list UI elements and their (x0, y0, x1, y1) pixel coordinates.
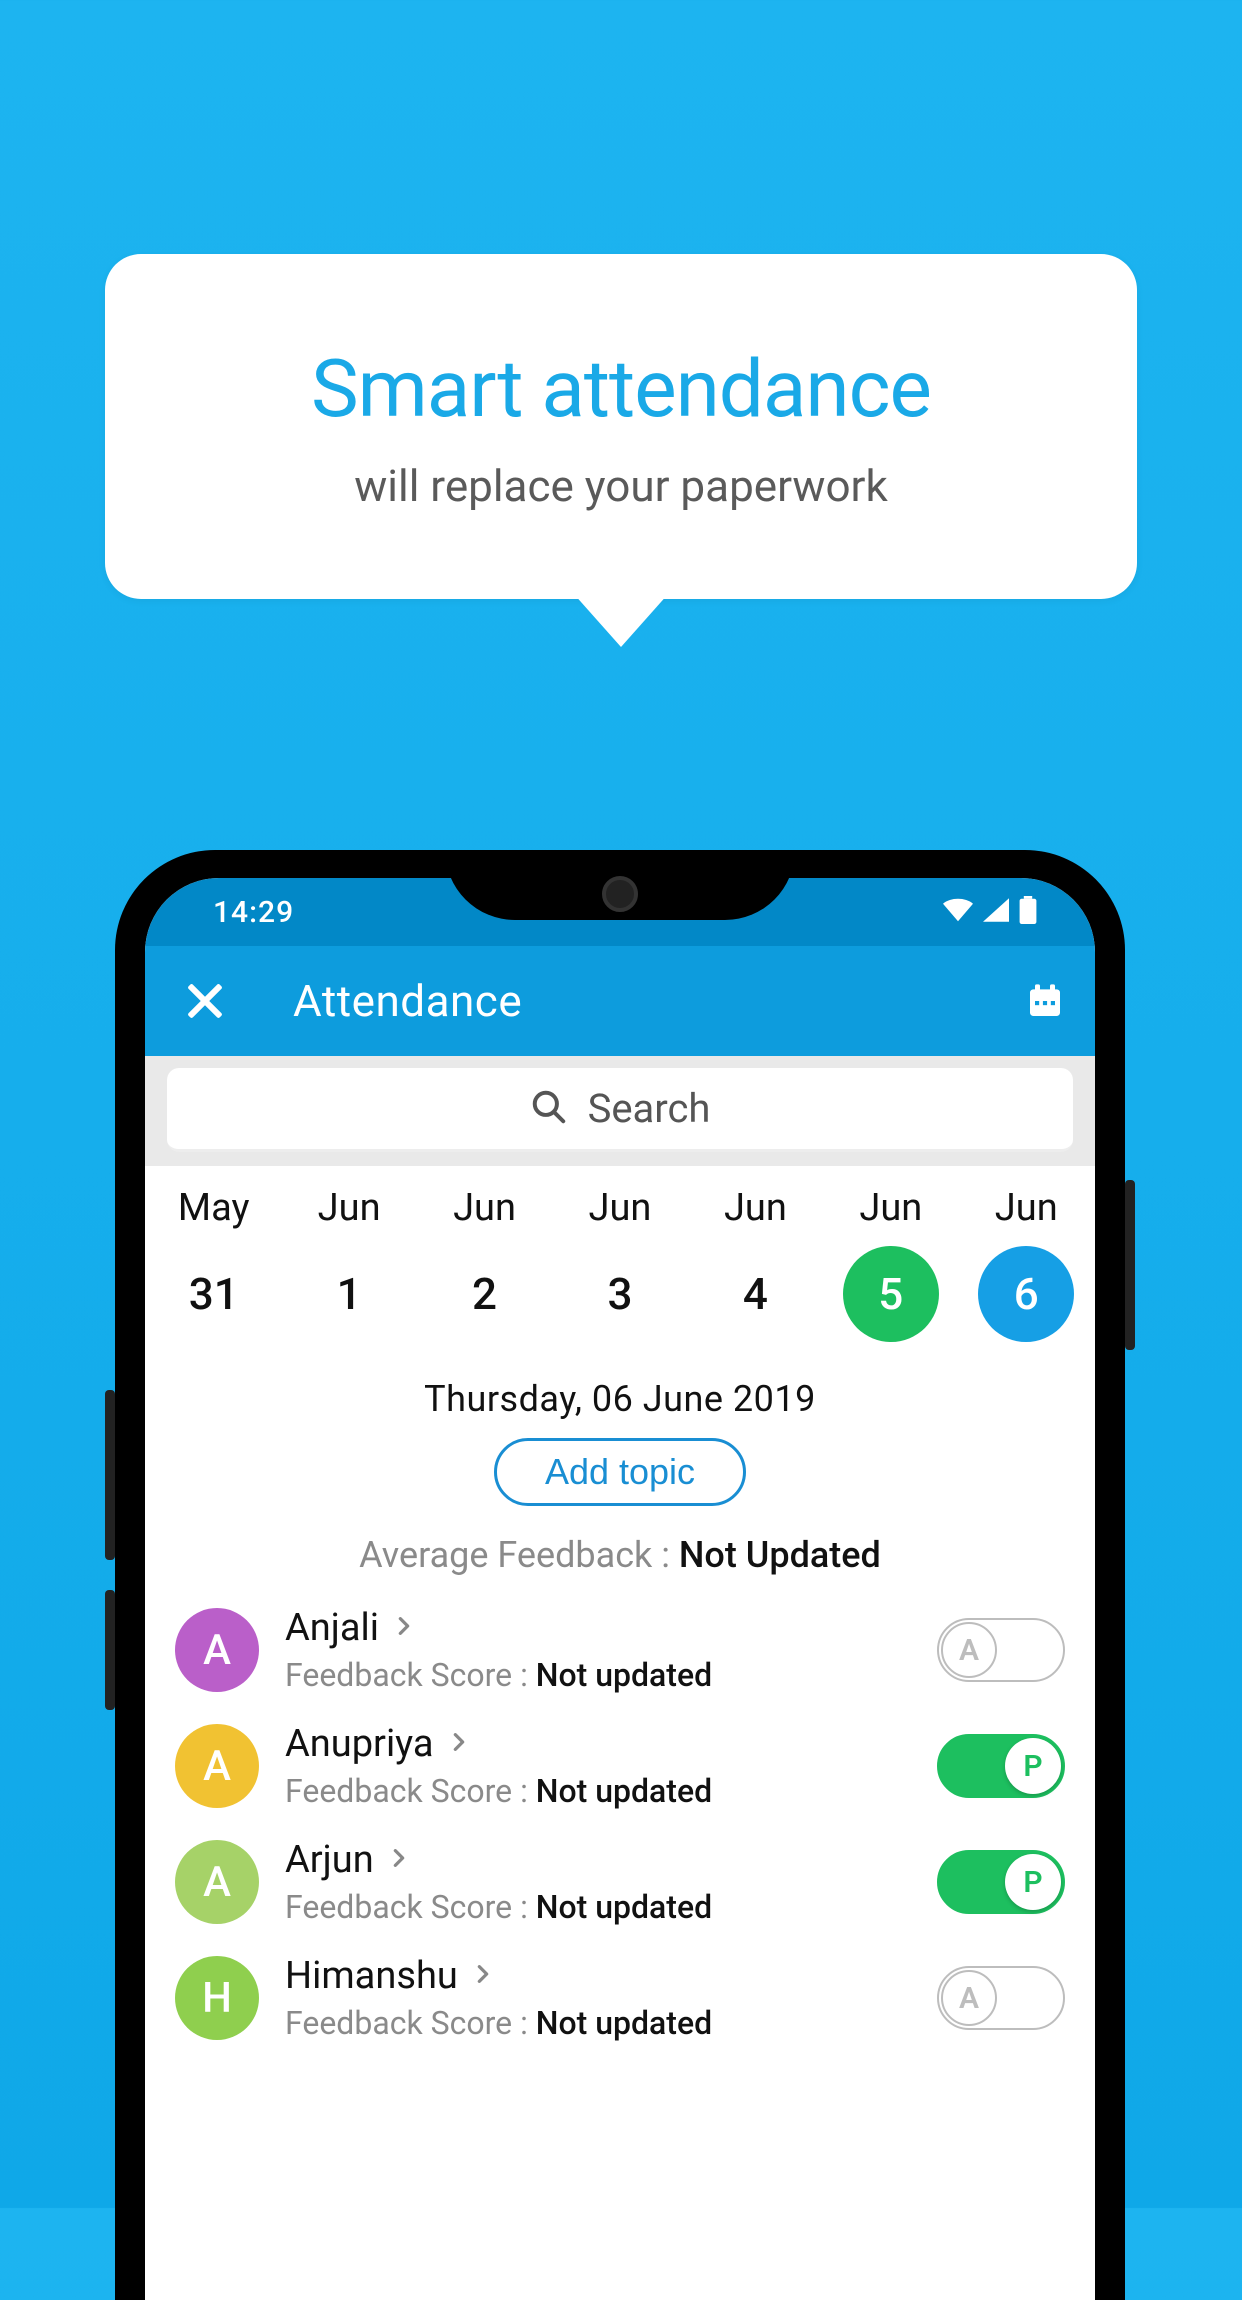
feedback-value: Not updated (536, 1656, 712, 1694)
app-bar: Attendance (145, 946, 1095, 1056)
list-item: H Himanshu Feedback Score : Not updated … (145, 1940, 1095, 2056)
avatar: A (175, 1724, 259, 1808)
phone-power-button (1125, 1180, 1135, 1350)
date-cell[interactable]: Jun 3 (554, 1186, 686, 1342)
date-day: 2 (437, 1246, 533, 1342)
list-item: A Anupriya Feedback Score : Not updated … (145, 1708, 1095, 1824)
promo-caption: Smart attendance will replace your paper… (105, 254, 1137, 599)
attendance-toggle[interactable]: P (937, 1734, 1065, 1798)
date-month: May (178, 1186, 250, 1230)
phone-screen: 14:29 Attendance (145, 878, 1095, 2300)
date-cell[interactable]: May 31 (148, 1186, 280, 1342)
date-day: 4 (707, 1246, 803, 1342)
feedback-label: Feedback Score : (285, 2004, 536, 2042)
toggle-knob: P (1005, 1854, 1061, 1910)
date-day: 1 (301, 1246, 397, 1342)
feedback-value: Not updated (536, 1888, 712, 1926)
add-topic-button[interactable]: Add topic (494, 1438, 746, 1506)
chevron-right-icon (393, 1615, 415, 1641)
date-month: Jun (318, 1186, 381, 1230)
attendance-toggle[interactable]: P (937, 1850, 1065, 1914)
student-info[interactable]: Anupriya Feedback Score : Not updated (285, 1722, 911, 1810)
date-month: Jun (724, 1186, 787, 1230)
date-day: 5 (843, 1246, 939, 1342)
feedback-label: Feedback Score : (285, 1772, 536, 1810)
date-cell[interactable]: Jun 4 (689, 1186, 821, 1342)
date-day: 3 (572, 1246, 668, 1342)
toggle-knob: P (1005, 1738, 1061, 1794)
chevron-right-icon (472, 1963, 494, 1989)
promo-title: Smart attendance (311, 342, 931, 436)
list-item: A Arjun Feedback Score : Not updated P (145, 1824, 1095, 1940)
date-cell[interactable]: Jun 5 (825, 1186, 957, 1342)
date-month: Jun (453, 1186, 516, 1230)
phone-volume-down (105, 1590, 115, 1710)
student-name: Arjun (285, 1838, 374, 1882)
student-info[interactable]: Himanshu Feedback Score : Not updated (285, 1954, 911, 2042)
average-feedback: Average Feedback : Not Updated (145, 1534, 1095, 1576)
phone-frame: 14:29 Attendance (115, 850, 1125, 2300)
feedback-value: Not updated (536, 1772, 712, 1810)
student-name: Anupriya (285, 1722, 434, 1766)
search-input[interactable]: Search (167, 1068, 1073, 1152)
date-cell[interactable]: Jun 2 (419, 1186, 551, 1342)
avg-feedback-value: Not Updated (679, 1534, 881, 1576)
chevron-right-icon (448, 1731, 470, 1757)
date-month: Jun (589, 1186, 652, 1230)
toggle-knob: A (941, 1970, 997, 2026)
search-icon (530, 1088, 568, 1130)
date-month: Jun (995, 1186, 1058, 1230)
status-icons (943, 896, 1037, 928)
close-icon[interactable] (185, 981, 225, 1021)
feedback-label: Feedback Score : (285, 1656, 536, 1694)
signal-icon (983, 898, 1009, 926)
feedback-label: Feedback Score : (285, 1888, 536, 1926)
date-day: 6 (978, 1246, 1074, 1342)
avg-feedback-label: Average Feedback : (359, 1534, 679, 1576)
date-strip: May 31 Jun 1 Jun 2 Jun 3 Jun 4 Jun 5 (145, 1166, 1095, 1362)
phone-notch (445, 850, 795, 920)
student-list: A Anjali Feedback Score : Not updated A (145, 1592, 1095, 2056)
selected-date-label: Thursday, 06 June 2019 (145, 1378, 1095, 1420)
toggle-knob: A (941, 1622, 997, 1678)
student-info[interactable]: Arjun Feedback Score : Not updated (285, 1838, 911, 1926)
search-section: Search (145, 1056, 1095, 1166)
student-name: Anjali (285, 1606, 379, 1650)
date-month: Jun (859, 1186, 922, 1230)
date-cell-selected[interactable]: Jun 6 (960, 1186, 1092, 1342)
chevron-right-icon (388, 1847, 410, 1873)
search-placeholder: Search (588, 1085, 711, 1132)
student-info[interactable]: Anjali Feedback Score : Not updated (285, 1606, 911, 1694)
avatar: A (175, 1608, 259, 1692)
wifi-icon (943, 898, 973, 926)
calendar-icon[interactable] (1025, 981, 1065, 1021)
feedback-value: Not updated (536, 2004, 712, 2042)
student-name: Himanshu (285, 1954, 458, 1998)
status-time: 14:29 (213, 895, 294, 930)
battery-icon (1019, 896, 1037, 928)
avatar: A (175, 1840, 259, 1924)
date-cell[interactable]: Jun 1 (283, 1186, 415, 1342)
date-day: 31 (166, 1246, 262, 1342)
attendance-toggle[interactable]: A (937, 1966, 1065, 2030)
page-title: Attendance (293, 975, 1025, 1027)
phone-volume-up (105, 1390, 115, 1560)
attendance-toggle[interactable]: A (937, 1618, 1065, 1682)
avatar: H (175, 1956, 259, 2040)
promo-subtitle: will replace your paperwork (354, 460, 888, 512)
list-item: A Anjali Feedback Score : Not updated A (145, 1592, 1095, 1708)
